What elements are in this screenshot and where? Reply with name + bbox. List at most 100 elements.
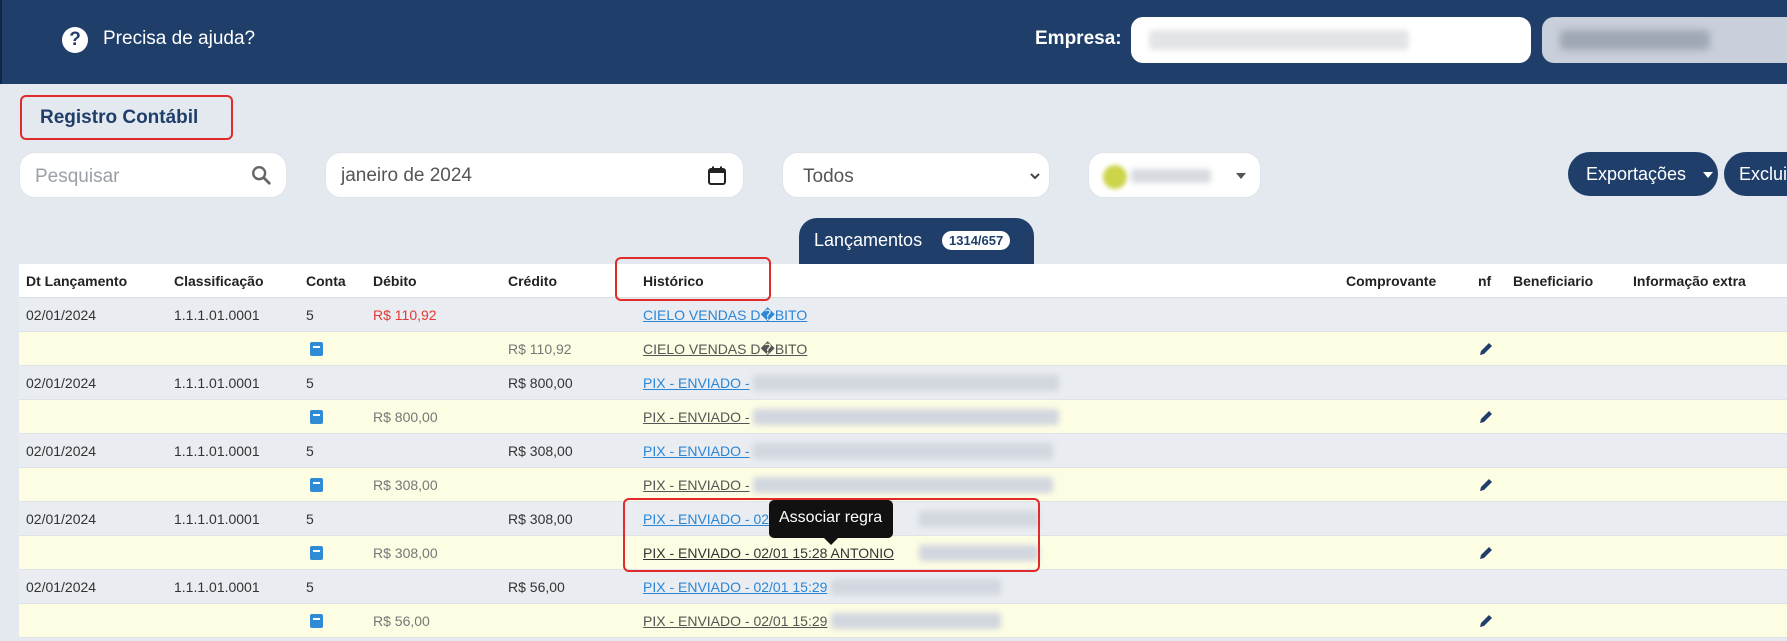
col-conta[interactable]: Conta [306, 273, 346, 289]
redacted-text [1560, 30, 1710, 50]
table-row[interactable]: R$ 110,92 CIELO VENDAS D�BITO [19, 332, 1787, 366]
col-nf[interactable]: nf [1478, 273, 1491, 289]
count-badge: 1314/657 [942, 231, 1011, 250]
date-month-input[interactable]: janeiro de 2024 [325, 152, 744, 198]
select-value: Todos [803, 166, 854, 187]
conta-cell: 5 [306, 579, 314, 595]
redacted-text [831, 579, 1001, 595]
redacted-text [753, 375, 1059, 391]
table-row[interactable]: 02/01/2024 1.1.1.01.0001 5 R$ 308,00 PIX… [19, 434, 1787, 468]
pencil-icon[interactable] [1478, 477, 1494, 493]
exportacoes-button[interactable]: Exportações [1568, 152, 1718, 196]
col-beneficiario[interactable]: Beneficiario [1513, 273, 1593, 289]
dt-lancamento-cell: 02/01/2024 [26, 511, 97, 527]
book-icon[interactable] [310, 478, 323, 492]
book-icon[interactable] [310, 410, 323, 424]
credito-cell: R$ 800,00 [508, 375, 573, 391]
table-row[interactable]: 02/01/2024 1.1.1.01.0001 5 R$ 110,92 CIE… [19, 298, 1787, 332]
col-debito[interactable]: Débito [373, 273, 417, 289]
historico-link[interactable]: CIELO VENDAS D�BITO [643, 341, 807, 358]
chevron-down-icon [1030, 173, 1040, 180]
debito-cell: R$ 110,92 [373, 307, 437, 323]
col-historico[interactable]: Histórico [643, 273, 704, 289]
tab-label: Lançamentos [814, 230, 923, 250]
credito-cell: R$ 110,92 [508, 341, 572, 357]
pencil-icon[interactable] [1478, 545, 1494, 561]
empresa-label: Empresa: [1035, 28, 1122, 49]
conta-cell: 5 [306, 375, 314, 391]
table-row[interactable]: 02/01/2024 1.1.1.01.0001 5 R$ 308,00 PIX… [19, 502, 1787, 536]
status-select[interactable]: Todos [782, 152, 1050, 198]
conta-cell: 5 [306, 443, 314, 459]
col-informacao-extra[interactable]: Informação extra [1633, 273, 1746, 289]
historico-link[interactable]: PIX - ENVIADO - 02/01 15:28 ANTONIO [643, 545, 894, 561]
col-dt-lancamento[interactable]: Dt Lançamento [26, 273, 127, 289]
search-icon[interactable] [250, 164, 272, 186]
excluir-button[interactable]: Exclui [1724, 152, 1787, 196]
col-credito[interactable]: Crédito [508, 273, 557, 289]
redacted-text [753, 477, 1053, 493]
credito-cell: R$ 308,00 [508, 511, 573, 527]
lancamentos-table: Dt Lançamento Classificação Conta Débito… [19, 264, 1787, 638]
tab-lancamentos[interactable]: Lançamentos 1314/657 [799, 218, 1034, 264]
user-dropdown[interactable] [1088, 152, 1261, 198]
classificacao-cell: 1.1.1.01.0001 [174, 375, 260, 391]
avatar [1103, 165, 1127, 189]
redacted-text [919, 545, 1039, 561]
redacted-text [1131, 169, 1211, 183]
pencil-icon[interactable] [1478, 409, 1494, 425]
table-row[interactable]: R$ 308,00 PIX - ENVIADO - 02/01 15:28 AN… [19, 536, 1787, 570]
historico-link[interactable]: CIELO VENDAS D�BITO [643, 307, 807, 324]
dt-lancamento-cell: 02/01/2024 [26, 579, 97, 595]
tooltip-text: Associar regra [779, 509, 883, 526]
empresa-cnpj-field[interactable] [1542, 17, 1787, 63]
question-circle-icon[interactable]: ? [62, 27, 88, 53]
historico-link[interactable]: PIX - ENVIADO - 02/01 15:29 [643, 613, 827, 629]
table-row[interactable]: R$ 308,00 PIX - ENVIADO - [19, 468, 1787, 502]
table-header: Dt Lançamento Classificação Conta Débito… [19, 264, 1787, 298]
search-placeholder: Pesquisar [35, 166, 120, 187]
debito-cell: R$ 56,00 [373, 613, 430, 629]
exclude-label: Exclui [1739, 164, 1787, 184]
help-link[interactable]: Precisa de ajuda? [103, 28, 255, 50]
export-label: Exportações [1586, 164, 1687, 184]
pencil-icon[interactable] [1478, 613, 1494, 629]
book-icon[interactable] [310, 546, 323, 560]
conta-cell: 5 [306, 307, 314, 323]
debito-cell: R$ 800,00 [373, 409, 438, 425]
classificacao-cell: 1.1.1.01.0001 [174, 579, 260, 595]
classificacao-cell: 1.1.1.01.0001 [174, 443, 260, 459]
table-row[interactable]: 02/01/2024 1.1.1.01.0001 5 R$ 800,00 PIX… [19, 366, 1787, 400]
historico-link[interactable]: PIX - ENVIADO - [643, 409, 750, 425]
top-bar: ? Precisa de ajuda? Empresa: [0, 0, 1787, 84]
table-row[interactable]: R$ 56,00 PIX - ENVIADO - 02/01 15:29 [19, 604, 1787, 638]
classificacao-cell: 1.1.1.01.0001 [174, 511, 260, 527]
historico-link[interactable]: PIX - ENVIADO - 02/01 15:29 [643, 579, 827, 595]
debito-cell: R$ 308,00 [373, 545, 438, 561]
dt-lancamento-cell: 02/01/2024 [26, 307, 97, 323]
page-title: Registro Contábil [40, 107, 199, 128]
search-input[interactable]: Pesquisar [19, 152, 287, 198]
col-classificacao[interactable]: Classificação [174, 273, 264, 289]
redacted-text [831, 613, 1001, 629]
col-comprovante[interactable]: Comprovante [1346, 273, 1436, 289]
table-row[interactable]: R$ 800,00 PIX - ENVIADO - [19, 400, 1787, 434]
book-icon[interactable] [310, 614, 323, 628]
historico-link[interactable]: PIX - ENVIADO - [643, 443, 750, 459]
credito-cell: R$ 308,00 [508, 443, 573, 459]
caret-down-icon [1703, 172, 1713, 178]
conta-cell: 5 [306, 511, 314, 527]
book-icon[interactable] [310, 342, 323, 356]
redacted-text [1149, 30, 1409, 50]
classificacao-cell: 1.1.1.01.0001 [174, 307, 260, 323]
table-row[interactable]: 02/01/2024 1.1.1.01.0001 5 R$ 56,00 PIX … [19, 570, 1787, 604]
redacted-text [919, 511, 1039, 527]
caret-down-icon [1236, 173, 1246, 179]
historico-link[interactable]: PIX - ENVIADO - [643, 375, 750, 391]
historico-link[interactable]: PIX - ENVIADO - 02 [643, 511, 769, 527]
calendar-icon[interactable] [708, 166, 726, 185]
tooltip-arrow [824, 538, 838, 545]
pencil-icon[interactable] [1478, 341, 1494, 357]
empresa-name-field[interactable] [1131, 17, 1531, 63]
historico-link[interactable]: PIX - ENVIADO - [643, 477, 750, 493]
